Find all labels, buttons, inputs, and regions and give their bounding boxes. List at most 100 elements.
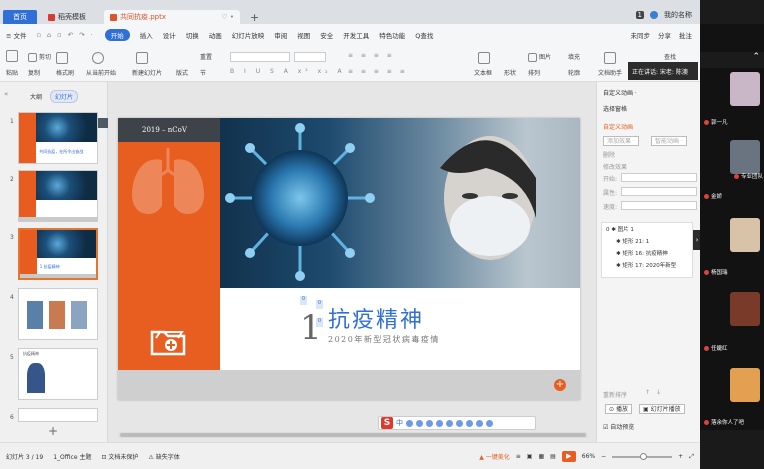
custom-animation-dropdown[interactable]: 自定义动画 · <box>603 88 637 97</box>
doc-assistant-button[interactable] <box>604 52 618 64</box>
font-size-select[interactable] <box>294 52 326 62</box>
smart-animation-button[interactable]: 智能动画 · <box>651 136 687 146</box>
menu-slideshow[interactable]: 幻灯片放映 <box>232 30 265 40</box>
grid-icon[interactable] <box>476 419 483 427</box>
slide-subtitle[interactable]: 2020年新型冠状病毒疫情 <box>328 334 440 345</box>
add-effect-button[interactable]: 添加效果 · <box>603 136 639 146</box>
sorter-view-icon[interactable]: ▦ <box>538 453 544 460</box>
menu-view[interactable]: 视图 <box>297 30 310 40</box>
menu-search[interactable]: Q查找 <box>415 30 433 40</box>
slide-thumbnail-1[interactable]: 共同抗疫，在所令出奋战 <box>18 112 98 164</box>
participant-video[interactable] <box>730 72 760 106</box>
section-button[interactable]: 节 <box>200 68 206 77</box>
tab-home[interactable]: 首页 <box>3 10 37 24</box>
zoom-in-icon[interactable]: + <box>678 453 683 460</box>
format-painter-button[interactable] <box>56 52 70 64</box>
menu-security[interactable]: 安全 <box>320 30 333 40</box>
align-buttons[interactable]: ≡ ≡ ≡ ≡ ≡ <box>348 68 408 75</box>
sync-status[interactable]: 未同步 <box>631 30 651 40</box>
textbox-button[interactable] <box>478 52 492 64</box>
reset-button[interactable]: 重置 <box>200 52 212 61</box>
menu-transition[interactable]: 切换 <box>186 30 199 40</box>
collapse-panel-icon[interactable]: « <box>4 90 8 98</box>
share-button[interactable]: 分享 <box>658 30 671 40</box>
participant-video[interactable] <box>730 140 760 174</box>
fit-window-icon[interactable]: ⤢ <box>689 453 694 461</box>
ime-mode-label[interactable]: 中 <box>396 418 403 428</box>
menu-design[interactable]: 设计 <box>163 30 176 40</box>
participant-video[interactable] <box>730 218 760 252</box>
arrange-button[interactable]: 排列 <box>528 68 540 77</box>
menu-review[interactable]: 审阅 <box>274 30 287 40</box>
collapse-video-icon[interactable]: ⌃ <box>700 52 764 68</box>
participant-video[interactable] <box>730 368 760 402</box>
slideshow-button[interactable]: ▣ 幻灯片播放 <box>639 404 685 414</box>
fill-button[interactable]: 填充 <box>568 52 580 61</box>
animation-item[interactable]: ✱ 矩形 16: 抗疫精神 <box>616 249 668 257</box>
speed-select[interactable] <box>621 201 697 210</box>
slide-thumbnail-5[interactable]: 抗疫精神 <box>18 348 98 400</box>
tab-close-icon[interactable]: ♡ • <box>221 13 234 21</box>
tab-outline[interactable]: 大纲 <box>30 92 42 101</box>
copy-button[interactable]: 复制 <box>28 68 40 77</box>
horizontal-scrollbar[interactable] <box>118 432 588 438</box>
delete-button[interactable]: 删除 <box>603 150 615 159</box>
menu-features[interactable]: 特色功能 <box>379 30 405 40</box>
menu-devtools[interactable]: 开发工具 <box>343 30 369 40</box>
participant-video[interactable] <box>730 292 760 326</box>
animation-item[interactable]: ✱ 矩形 17: 2020年新型 <box>616 261 676 269</box>
outline-button[interactable]: 轮廓 <box>568 68 580 77</box>
quick-access-icons[interactable]: ▫ ⌂ ▫ ↶ ↷ · <box>37 31 95 39</box>
zoom-level[interactable]: 66% <box>582 453 595 460</box>
current-slide[interactable]: 2019 – nCoV 0 0 0 1 抗疫精神 2020年新型冠状病毒疫情 + <box>118 118 580 400</box>
animation-item[interactable]: ✱ 矩形 21: 1 <box>616 237 649 245</box>
property-select[interactable] <box>621 187 697 196</box>
add-slide-button[interactable]: + <box>48 424 58 438</box>
user-avatar-icon[interactable] <box>650 11 658 19</box>
menu-file[interactable]: ≡ 文件 <box>6 30 27 40</box>
punct-icon[interactable] <box>406 419 413 427</box>
settings-icon[interactable] <box>486 419 493 427</box>
sogou-icon[interactable]: S <box>381 417 393 429</box>
tab-docer[interactable]: 稻壳模板 <box>42 10 100 24</box>
selection-pane-button[interactable]: 选择窗格 <box>603 104 627 113</box>
missing-font-status[interactable]: ⚠ 缺失字体 <box>148 452 179 461</box>
ime-toolbar[interactable]: S 中 <box>378 416 536 430</box>
reorder-arrows-icon[interactable]: ↑↓ <box>645 389 667 396</box>
plus-icon[interactable]: + <box>554 379 566 391</box>
font-style-buttons[interactable]: B I U S A x² x₂ A <box>230 68 346 75</box>
slide-thumbnail-2[interactable] <box>18 170 98 222</box>
slide-thumbnail-3[interactable]: 1 抗疫精神 <box>18 228 98 280</box>
normal-view-icon[interactable]: ▣ <box>527 453 533 460</box>
play-button[interactable]: ⊙ 播放 <box>605 404 632 414</box>
shirt-icon[interactable] <box>466 419 473 427</box>
tab-slides[interactable]: 幻灯片 <box>50 90 79 103</box>
paragraph-buttons[interactable]: ≡ ≡ ≡ ≡ <box>348 52 395 59</box>
doc-protect-status[interactable]: ⊡ 文档未保护 <box>101 452 138 461</box>
comment-button[interactable]: 批注 <box>679 30 692 40</box>
paste-button[interactable] <box>6 50 20 62</box>
animation-list[interactable]: 0 ✱ 图片 1 ✱ 矩形 21: 1 ✱ 矩形 16: 抗疫精神 ✱ 矩形 1… <box>601 222 693 278</box>
layout-button[interactable]: 版式 <box>176 68 188 77</box>
anim-marker[interactable]: 0 <box>300 296 307 305</box>
new-slide-button[interactable] <box>136 52 150 64</box>
new-tab-button[interactable]: + <box>244 10 265 24</box>
menu-animation[interactable]: 动画 <box>209 30 222 40</box>
animation-item[interactable]: 0 ✱ 图片 1 <box>606 225 634 233</box>
picture-button[interactable]: 图片 <box>528 52 551 62</box>
user-name[interactable]: 我的名称 <box>664 10 692 20</box>
tab-document[interactable]: 共同抗疫.pptx ♡ • <box>104 10 240 24</box>
theme-name[interactable]: 1_Office 主题 <box>53 452 91 461</box>
beautify-button[interactable]: ▲ 一键美化 <box>479 452 510 461</box>
menu-start[interactable]: 开始 <box>104 29 130 41</box>
skin-icon[interactable] <box>446 419 453 427</box>
slideshow-play-icon[interactable]: ▶ <box>561 451 576 462</box>
slide-thumbnail-4[interactable] <box>18 288 98 340</box>
font-name-select[interactable] <box>230 52 290 62</box>
voice-icon[interactable] <box>426 419 433 427</box>
notes-icon[interactable]: ≡ <box>516 453 521 460</box>
shape-button[interactable]: 形状 <box>504 68 516 77</box>
start-select[interactable] <box>621 173 697 182</box>
find-button[interactable]: 查找 <box>664 52 676 61</box>
autopreview-checkbox[interactable]: ☑ 自动预览 <box>603 422 634 431</box>
